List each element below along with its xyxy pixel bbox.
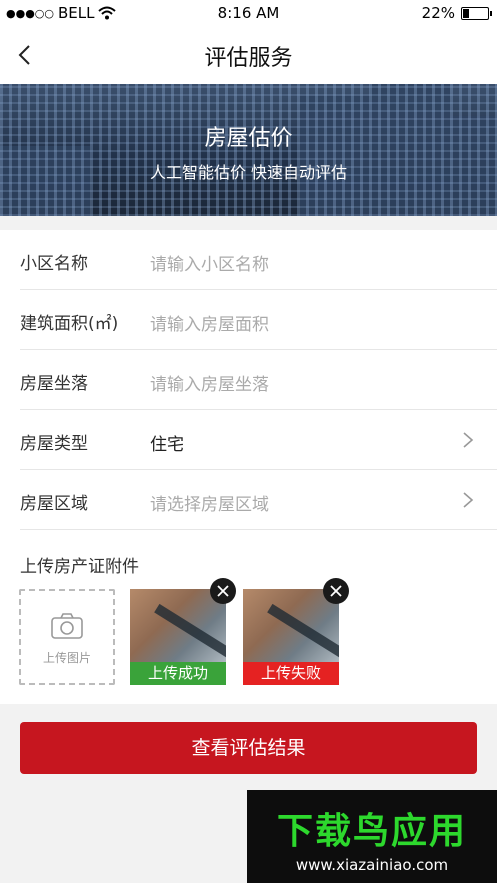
upload-success-badge: 上传成功 bbox=[130, 662, 226, 685]
field-label: 房屋区域 bbox=[20, 494, 88, 514]
chevron-right-icon bbox=[463, 432, 474, 448]
house-location-row[interactable]: 房屋坐落 请输入房屋坐落 bbox=[0, 350, 497, 410]
watermark: 下载鸟应用 www.xiazainiao.com bbox=[247, 790, 497, 883]
banner-subtitle: 人工智能估价 快速自动评估 bbox=[149, 163, 348, 182]
house-area-select[interactable]: 请选择房屋区域 bbox=[150, 490, 269, 515]
status-bar: ●●●○○ BELL 8:16 AM 22% bbox=[0, 0, 497, 26]
chevron-right-icon bbox=[463, 492, 474, 508]
house-location-input[interactable]: 请输入房屋坐落 bbox=[150, 370, 269, 395]
page-title: 评估服务 bbox=[204, 46, 293, 71]
nav-bar: 评估服务 bbox=[0, 26, 497, 84]
community-name-row[interactable]: 小区名称 请输入小区名称 bbox=[0, 230, 497, 290]
house-type-select[interactable]: 住宅 bbox=[150, 430, 184, 455]
house-type-row[interactable]: 房屋类型 住宅 bbox=[0, 410, 497, 470]
battery-icon bbox=[461, 6, 492, 20]
view-result-button[interactable]: 查看评估结果 bbox=[20, 722, 477, 774]
field-label: 建筑面积(㎡) bbox=[20, 314, 119, 334]
status-right: 22% bbox=[421, 4, 492, 22]
battery-percent: 22% bbox=[421, 4, 455, 22]
field-label: 房屋坐落 bbox=[20, 374, 88, 394]
upload-photo-label: 上传图片 bbox=[42, 651, 91, 665]
close-icon bbox=[217, 585, 229, 597]
field-label: 房屋类型 bbox=[20, 434, 88, 454]
remove-image-button[interactable] bbox=[210, 578, 236, 604]
watermark-logo: 下载鸟应用 bbox=[276, 811, 467, 852]
remove-image-button[interactable] bbox=[323, 578, 349, 604]
upload-photo-button[interactable]: 上传图片 bbox=[19, 589, 115, 685]
camera-icon bbox=[51, 613, 83, 639]
building-area-input[interactable]: 请输入房屋面积 bbox=[150, 310, 269, 335]
field-label: 小区名称 bbox=[20, 254, 88, 274]
community-name-input[interactable]: 请输入小区名称 bbox=[150, 250, 269, 275]
building-area-row[interactable]: 建筑面积(㎡) 请输入房屋面积 bbox=[0, 290, 497, 350]
banner: 房屋估价 人工智能估价 快速自动评估 bbox=[0, 84, 497, 216]
house-area-row[interactable]: 房屋区域 请选择房屋区域 bbox=[0, 470, 497, 530]
upload-failed-badge: 上传失败 bbox=[243, 662, 339, 685]
watermark-url: www.xiazainiao.com bbox=[295, 856, 449, 874]
close-icon bbox=[330, 585, 342, 597]
upload-title: 上传房产证附件 bbox=[20, 557, 139, 577]
banner-title: 房屋估价 bbox=[204, 126, 293, 151]
estimate-form: 小区名称 请输入小区名称 建筑面积(㎡) 请输入房屋面积 房屋坐落 请输入房屋坐… bbox=[0, 230, 497, 530]
